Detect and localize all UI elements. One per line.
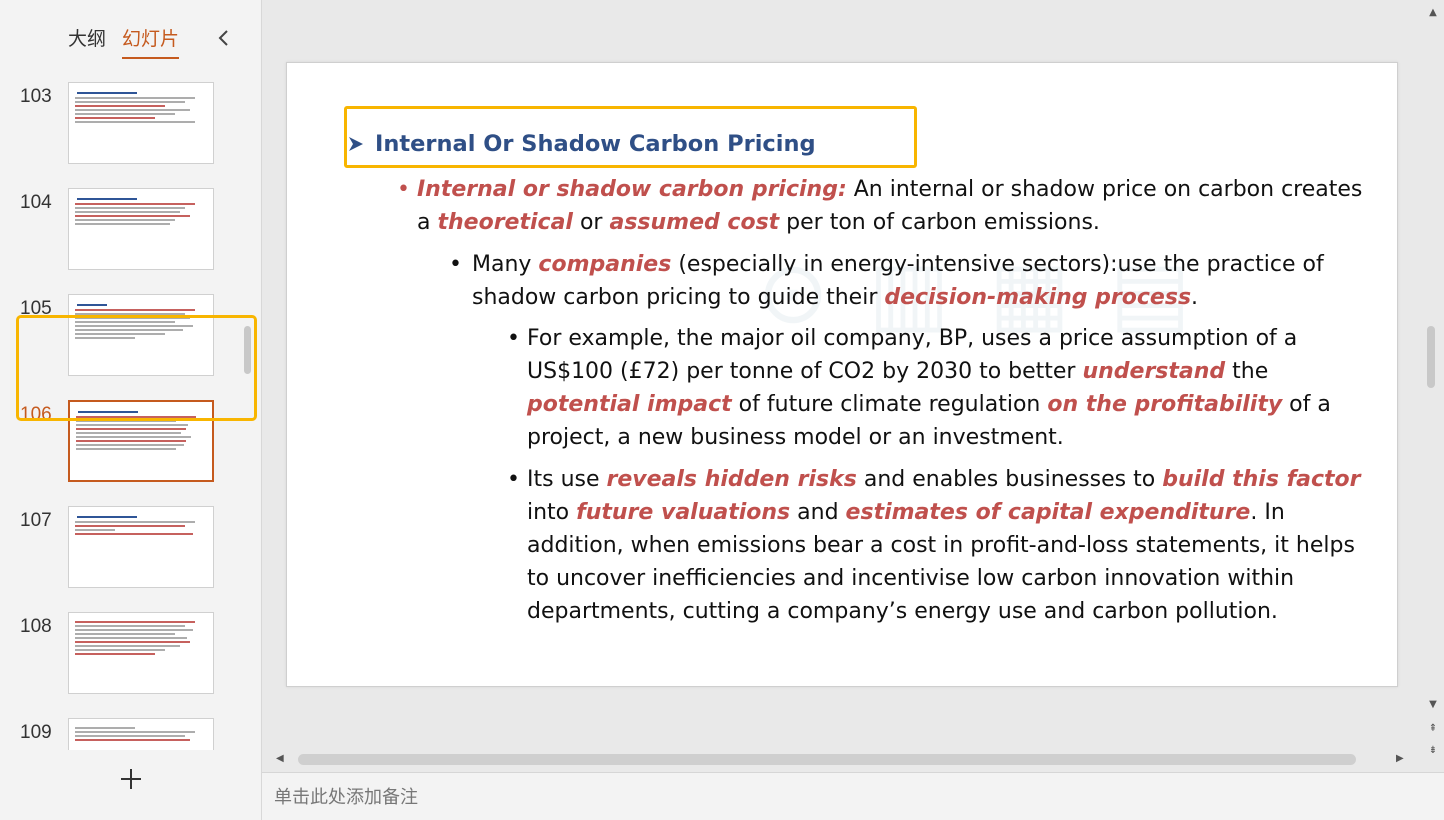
add-slide-button[interactable] [116,764,146,794]
slide-number: 107 [20,510,52,531]
thumbnail-item[interactable]: 103 [0,72,250,164]
body-text: of future climate regulation [731,392,1048,417]
thumbnail-item-selected[interactable]: 106 [0,390,250,482]
thumbnail-item[interactable]: 108 [0,602,250,694]
slide-thumbnail[interactable] [68,294,214,376]
thumbnail-item[interactable]: 104 [0,178,250,270]
emphasis-text: decision-making process [884,285,1192,310]
slide-title[interactable]: Internal Or Shadow Carbon Pricing [375,131,816,157]
scroll-left-icon[interactable]: ◀ [276,753,284,764]
slide-thumbnail[interactable] [68,718,214,750]
arrow-bullet-icon [349,137,363,151]
thumbnail-item[interactable]: 105 [0,284,250,376]
body-text: or [572,210,610,235]
emphasis-text: build this factor [1162,467,1361,492]
emphasis-text: on the profitability [1047,392,1283,417]
emphasis-text: Internal or shadow carbon pricing: [417,177,847,202]
bullet-paragraph-2[interactable]: Many companies (especially in energy-int… [472,248,1352,314]
slide-number: 105 [20,298,52,319]
emphasis-text: assumed cost [609,210,780,235]
slide-number: 109 [20,722,52,743]
bullet-dot: • [507,467,520,492]
slide-thumbnail[interactable] [68,400,214,482]
emphasis-text: companies [538,252,672,277]
horizontal-scroll-thumb[interactable] [298,754,1356,765]
slide-number: 108 [20,616,52,637]
vertical-scroll-thumb[interactable] [1427,326,1435,388]
bullet-paragraph-4[interactable]: Its use reveals hidden risks and enables… [527,463,1367,628]
emphasis-text: future valuations [576,500,791,525]
bullet-dot: • [449,252,462,277]
previous-slide-icon[interactable]: ⇞ [1426,722,1440,736]
scroll-up-icon[interactable]: ▲ [1426,6,1440,20]
horizontal-scrollbar[interactable]: ◀ ▶ [272,750,1412,770]
thumbnail-item[interactable]: 109 [0,708,250,750]
emphasis-text: theoretical [437,210,573,235]
emphasis-text: estimates of capital expenditure [845,500,1251,525]
scroll-down-icon[interactable]: ▼ [1426,698,1440,712]
emphasis-text: understand [1082,359,1226,384]
tab-outline[interactable]: 大纲 [68,24,106,51]
slide-panel: 大纲 幻灯片 103 104 105 106 107 108 109 [0,0,262,820]
body-text: Many [472,252,539,277]
slide-number: 106 [20,404,52,425]
plus-icon [121,769,141,789]
body-text: and enables businesses to [856,467,1163,492]
body-text: into [527,500,577,525]
body-text: and [790,500,846,525]
thumbnail-scrollbar[interactable] [244,326,251,374]
body-text: Its use [527,467,607,492]
slide-thumbnail[interactable] [68,188,214,270]
slide-title-row: Internal Or Shadow Carbon Pricing [347,131,816,157]
slide-thumbnail[interactable] [68,612,214,694]
bullet-paragraph-3[interactable]: For example, the major oil company, BP, … [527,322,1367,454]
body-text: . [1191,285,1199,310]
emphasis-text: reveals hidden risks [606,467,857,492]
slide-number: 103 [20,86,52,107]
notes-pane[interactable]: 单击此处添加备注 [262,772,1444,820]
body-text: the [1225,359,1269,384]
thumbnail-item[interactable]: 107 [0,496,250,588]
vertical-scrollbar[interactable]: ▲ ▼ ⇞ ⇟ [1422,0,1444,770]
slide-number: 104 [20,192,52,213]
tab-slides[interactable]: 幻灯片 [122,24,180,59]
bullet-dot: • [507,326,520,351]
scroll-right-icon[interactable]: ▶ [1396,753,1404,764]
thumbnail-list: 103 104 105 106 107 108 109 [0,72,262,750]
bullet-paragraph-1[interactable]: Internal or shadow carbon pricing: An in… [417,173,1367,239]
collapse-panel-button[interactable] [214,26,234,50]
emphasis-text: potential impact [527,392,732,417]
notes-placeholder[interactable]: 单击此处添加备注 [274,783,418,809]
slide-canvas[interactable]: ⊙ ▥ ▦ ▤ Internal Or Shadow Carbon Pricin… [286,62,1398,687]
chevron-left-icon [218,30,228,46]
panel-tabs: 大纲 幻灯片 [68,24,195,59]
bullet-dot: • [397,177,410,202]
slide-thumbnail[interactable] [68,82,214,164]
slide-thumbnail[interactable] [68,506,214,588]
body-text: per ton of carbon emissions. [779,210,1100,235]
next-slide-icon[interactable]: ⇟ [1426,744,1440,758]
